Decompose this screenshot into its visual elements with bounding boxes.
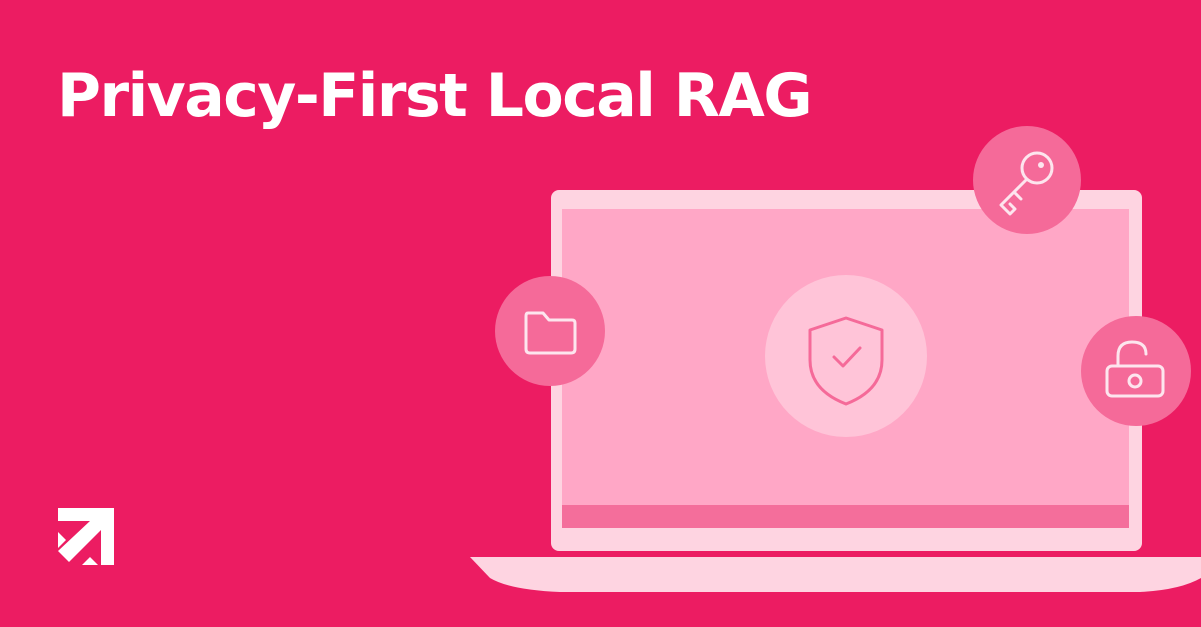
unlocked-padlock-icon [1081, 316, 1191, 426]
folder-icon [495, 276, 605, 386]
brand-logo-icon [58, 508, 114, 565]
illustration [58, 126, 1201, 592]
key-icon [973, 126, 1081, 234]
shield-check-icon [765, 275, 927, 437]
laptop-base [470, 557, 1201, 592]
screen-taskbar [562, 505, 1129, 528]
